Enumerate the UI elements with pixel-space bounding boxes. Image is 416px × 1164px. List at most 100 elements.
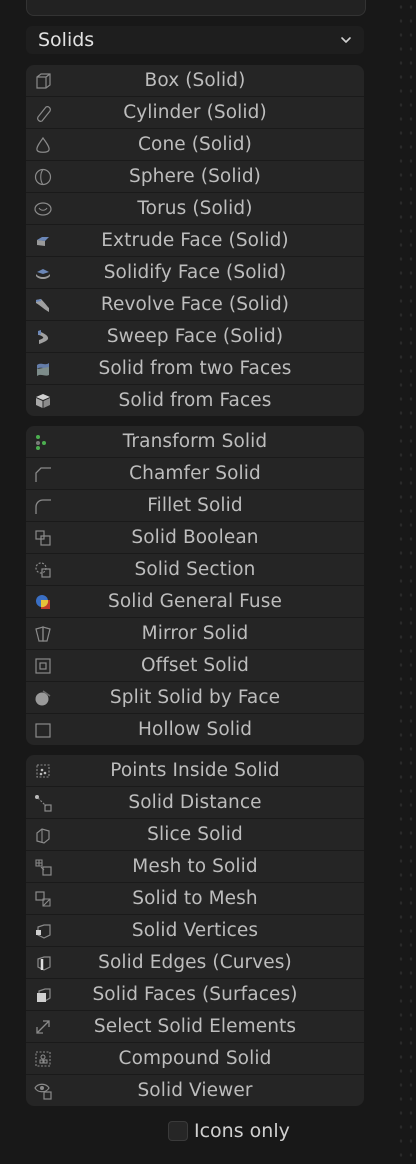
node-item-box[interactable]: Box (Solid)	[26, 65, 364, 97]
vertices-icon	[32, 921, 54, 941]
node-item-split[interactable]: Split Solid by Face	[26, 682, 364, 714]
icons-only-toggle[interactable]: Icons only	[168, 1119, 290, 1143]
node-item-label: Cone (Solid)	[138, 134, 252, 155]
node-item-mesh-to-solid[interactable]: Mesh to Solid	[26, 851, 364, 883]
node-item-cylinder[interactable]: Cylinder (Solid)	[26, 97, 364, 129]
section-icon	[32, 560, 54, 580]
points-inside-icon	[32, 761, 54, 781]
node-group-analysis: Points Inside Solid Solid Distance Slice S…	[26, 755, 364, 1106]
node-item-offset[interactable]: Offset Solid	[26, 650, 364, 682]
node-item-label: Solid to Mesh	[132, 888, 258, 909]
torus-icon	[32, 199, 54, 219]
node-item-label: Solidify Face (Solid)	[103, 262, 287, 283]
box-icon	[32, 71, 54, 91]
node-item-label: Cylinder (Solid)	[123, 102, 267, 123]
node-item-solid-to-mesh[interactable]: Solid to Mesh	[26, 883, 364, 915]
node-item-sphere[interactable]: Sphere (Solid)	[26, 161, 364, 193]
node-item-label: Revolve Face (Solid)	[100, 294, 290, 315]
node-item-label: Solid General Fuse	[108, 591, 282, 612]
category-dropdown[interactable]: Solids	[26, 26, 364, 54]
node-item-label: Solid Vertices	[131, 920, 259, 941]
search-field[interactable]	[26, 0, 366, 16]
node-item-two-faces[interactable]: Solid from two Faces	[26, 353, 364, 385]
solid-to-mesh-icon	[32, 889, 54, 909]
node-item-label: Solid Faces (Surfaces)	[92, 984, 298, 1005]
node-item-general-fuse[interactable]: Solid General Fuse	[26, 586, 364, 618]
node-item-vertices[interactable]: Solid Vertices	[26, 915, 364, 947]
fillet-icon	[32, 496, 54, 516]
distance-icon	[32, 793, 54, 813]
icons-only-checkbox[interactable]	[168, 1121, 188, 1141]
node-item-revolve-face[interactable]: Revolve Face (Solid)	[26, 289, 364, 321]
node-item-label: Solid Edges (Curves)	[98, 952, 292, 973]
icons-only-label: Icons only	[194, 1120, 290, 1142]
node-item-label: Solid Boolean	[131, 527, 259, 548]
node-item-label: Solid Section	[134, 559, 256, 580]
node-item-label: Split Solid by Face	[109, 687, 281, 708]
node-item-slice[interactable]: Slice Solid	[26, 819, 364, 851]
transform-icon	[32, 432, 54, 452]
node-item-cube-faces[interactable]: Solid from Faces	[26, 385, 364, 416]
hollow-icon	[32, 720, 54, 740]
node-item-compound[interactable]: Compound Solid	[26, 1043, 364, 1075]
offset-icon	[32, 656, 54, 676]
node-item-mirror[interactable]: Mirror Solid	[26, 618, 364, 650]
node-item-label: Fillet Solid	[147, 495, 243, 516]
node-item-label: Slice Solid	[147, 824, 243, 845]
node-item-faces[interactable]: Solid Faces (Surfaces)	[26, 979, 364, 1011]
node-item-transform[interactable]: Transform Solid	[26, 426, 364, 458]
node-item-label: Offset Solid	[140, 655, 250, 676]
general-fuse-icon	[32, 592, 54, 612]
node-item-label: Solid Distance	[128, 792, 262, 813]
node-item-hollow[interactable]: Hollow Solid	[26, 714, 364, 745]
node-item-label: Sweep Face (Solid)	[106, 326, 284, 347]
node-item-points-inside[interactable]: Points Inside Solid	[26, 755, 364, 787]
sphere-icon	[32, 167, 54, 187]
node-item-label: Solid from two Faces	[98, 358, 292, 379]
extrude-face-icon	[32, 231, 54, 251]
node-item-fillet[interactable]: Fillet Solid	[26, 490, 364, 522]
node-item-sweep-face[interactable]: Sweep Face (Solid)	[26, 321, 364, 353]
node-item-viewer[interactable]: Solid Viewer	[26, 1075, 364, 1106]
node-item-boolean[interactable]: Solid Boolean	[26, 522, 364, 554]
category-dropdown-label: Solids	[38, 29, 95, 51]
node-item-label: Solid Viewer	[137, 1080, 253, 1101]
two-faces-icon	[32, 359, 54, 379]
node-item-label: Compound Solid	[118, 1048, 272, 1069]
node-item-label: Points Inside Solid	[110, 760, 280, 781]
revolve-face-icon	[32, 295, 54, 315]
node-item-chamfer[interactable]: Chamfer Solid	[26, 458, 364, 490]
split-icon	[32, 688, 54, 708]
node-item-label: Chamfer Solid	[129, 463, 261, 484]
node-item-solidify-face[interactable]: Solidify Face (Solid)	[26, 257, 364, 289]
mirror-icon	[32, 624, 54, 644]
node-item-select-elements[interactable]: Select Solid Elements	[26, 1011, 364, 1043]
node-item-label: Hollow Solid	[137, 719, 253, 740]
cylinder-icon	[32, 103, 54, 123]
node-item-label: Transform Solid	[122, 431, 268, 452]
select-elements-icon	[32, 1017, 54, 1037]
node-group-primitives: Box (Solid) Cylinder (Solid) Cone (Solid) S…	[26, 65, 364, 416]
mesh-to-solid-icon	[32, 857, 54, 877]
node-item-label: Mesh to Solid	[132, 856, 258, 877]
node-item-label: Torus (Solid)	[137, 198, 253, 219]
node-item-extrude-face[interactable]: Extrude Face (Solid)	[26, 225, 364, 257]
node-item-torus[interactable]: Torus (Solid)	[26, 193, 364, 225]
solidify-face-icon	[32, 263, 54, 283]
faces-icon	[32, 985, 54, 1005]
node-item-label: Extrude Face (Solid)	[101, 230, 289, 251]
chamfer-icon	[32, 464, 54, 484]
boolean-icon	[32, 528, 54, 548]
compound-icon	[32, 1049, 54, 1069]
background-dot-grid	[396, 0, 416, 1164]
node-item-distance[interactable]: Solid Distance	[26, 787, 364, 819]
chevron-down-icon	[341, 37, 351, 43]
node-item-edges[interactable]: Solid Edges (Curves)	[26, 947, 364, 979]
node-item-label: Select Solid Elements	[93, 1016, 297, 1037]
viewer-icon	[32, 1081, 54, 1101]
node-item-label: Mirror Solid	[141, 623, 249, 644]
node-item-label: Box (Solid)	[144, 70, 246, 91]
node-item-section[interactable]: Solid Section	[26, 554, 364, 586]
node-group-operations: Transform Solid Chamfer Solid Fillet Solid…	[26, 426, 364, 745]
node-item-cone[interactable]: Cone (Solid)	[26, 129, 364, 161]
